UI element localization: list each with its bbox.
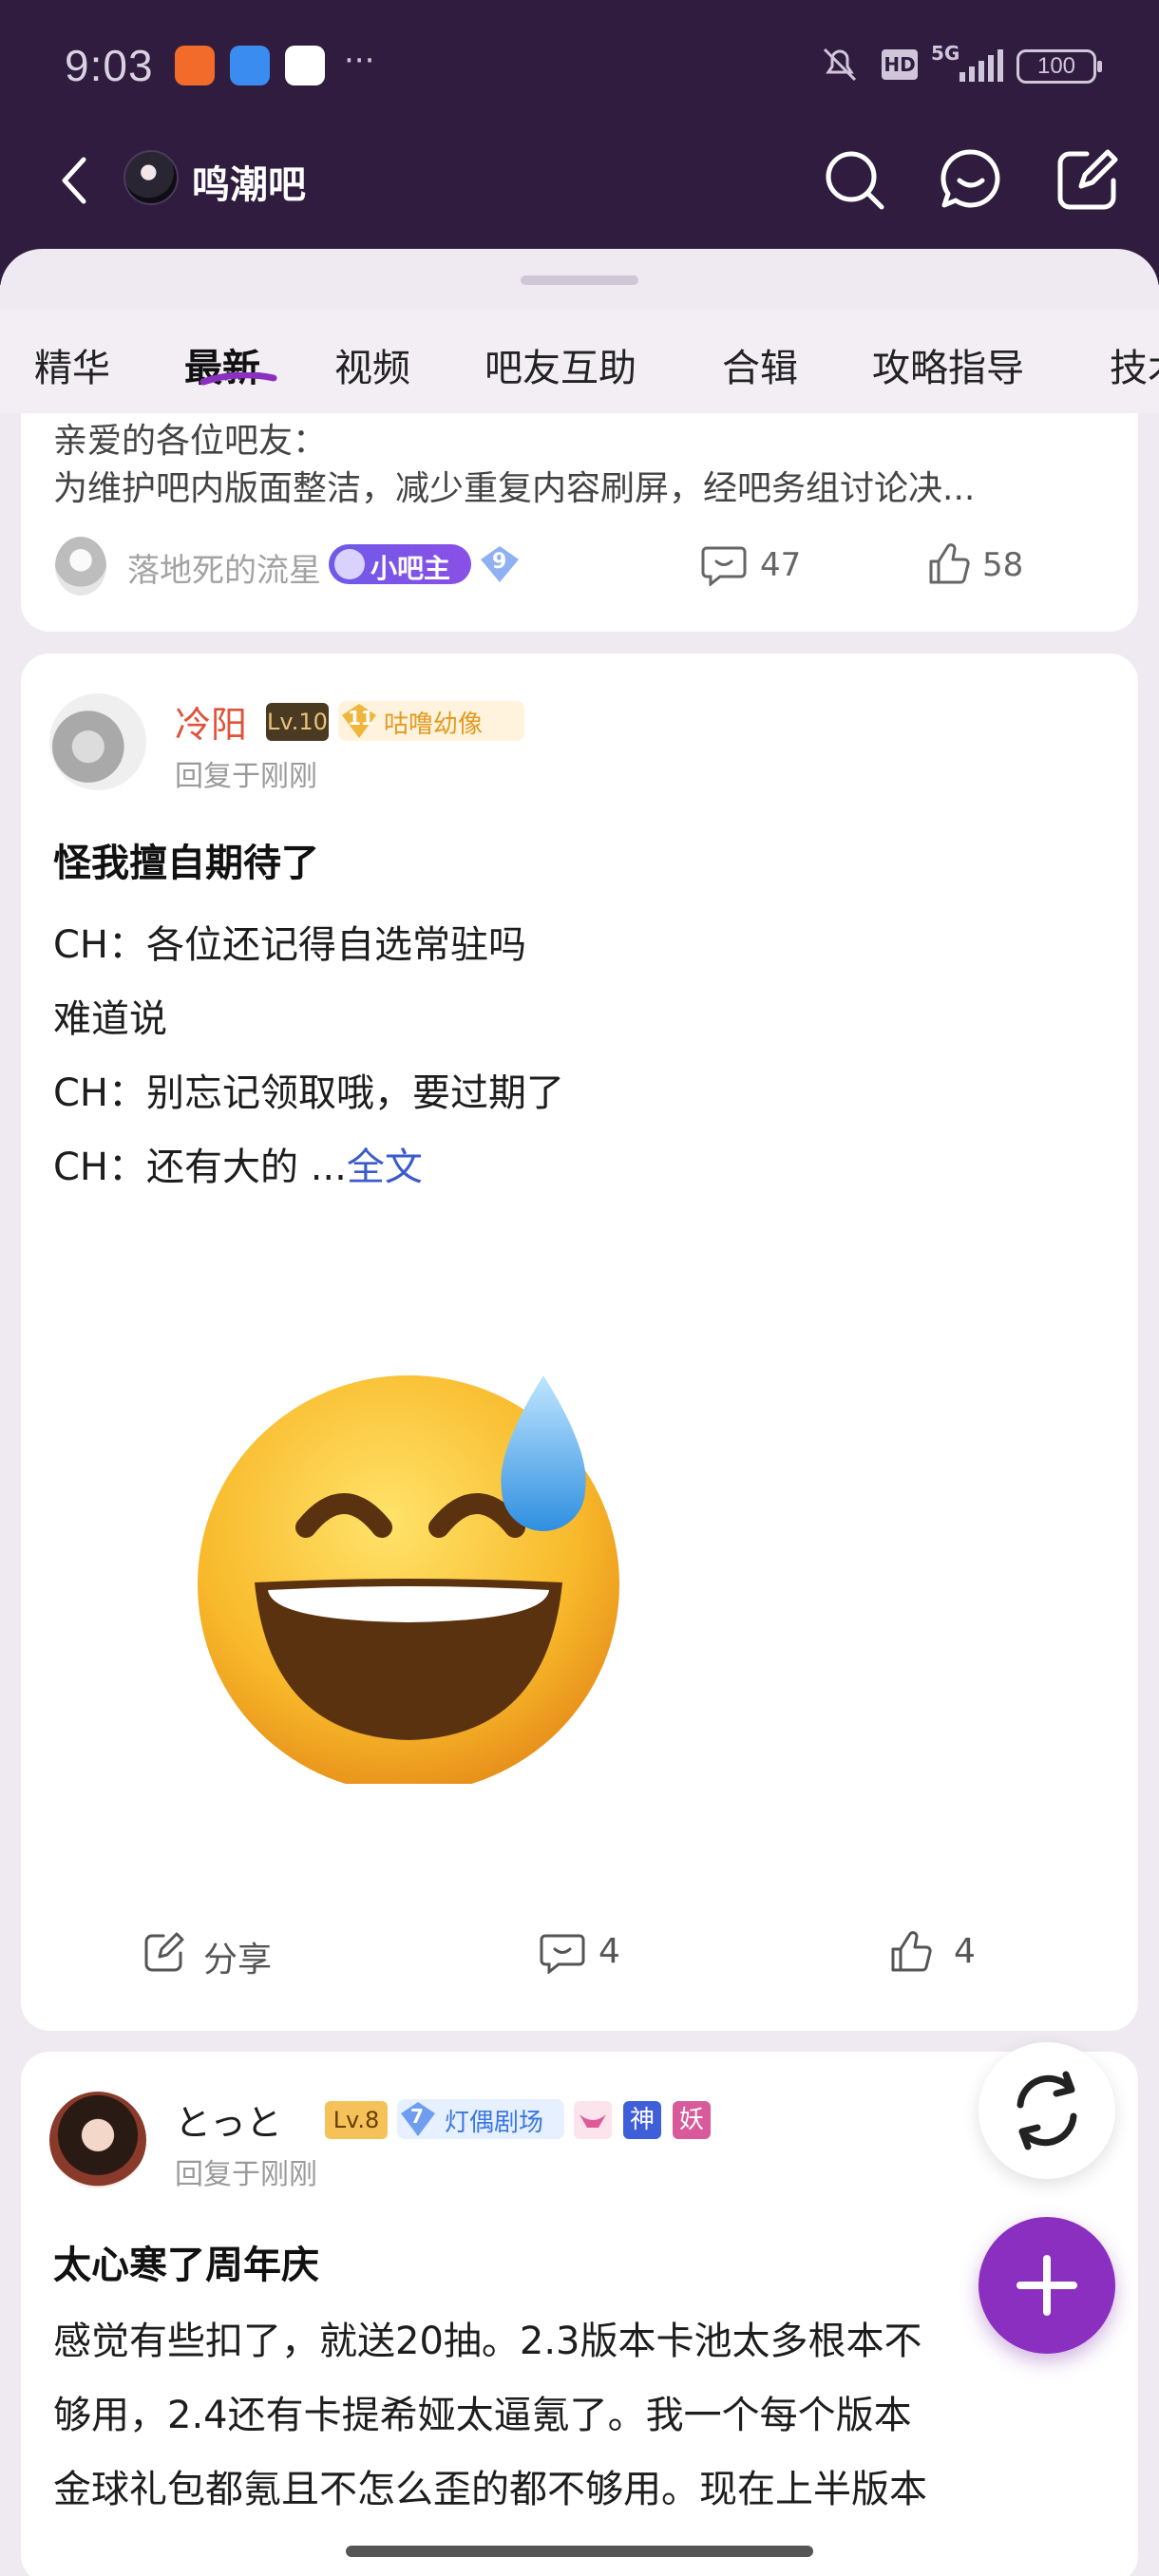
- post-line-text: CH：还有大的 ...: [53, 1146, 347, 1189]
- ribbon-icon: [580, 2114, 606, 2128]
- back-arrow-icon[interactable]: [48, 152, 104, 209]
- author-name[interactable]: 冷阳: [175, 695, 247, 748]
- forum-title[interactable]: 鸣潮吧: [192, 154, 306, 209]
- baidu-app-icon: [285, 46, 325, 85]
- tag-badge: 妖: [673, 2101, 711, 2139]
- forum-avatar[interactable]: [124, 150, 179, 205]
- tab-tech[interactable]: 技术: [1110, 337, 1159, 392]
- post-line: CH：别忘记领取哦，要过期了: [53, 1071, 565, 1115]
- sweat-smile-emoji[interactable]: [163, 1337, 638, 1784]
- sheet-drag-handle[interactable]: [521, 275, 638, 285]
- compose-icon[interactable]: [1049, 142, 1125, 218]
- post-title[interactable]: 太心寒了周年庆: [53, 2234, 319, 2289]
- comment-icon[interactable]: [540, 1932, 585, 1974]
- tab-featured[interactable]: 精华: [34, 337, 110, 392]
- app-header: 9:03 ··· HD 5G 100 鸣潮吧: [0, 0, 1159, 285]
- share-icon[interactable]: [142, 1932, 184, 1974]
- nav-bar: 鸣潮吧: [0, 133, 1159, 228]
- battery-indicator: 100: [1016, 49, 1102, 84]
- mute-icon: [823, 47, 857, 82]
- author-avatar[interactable]: [49, 2092, 146, 2188]
- post-card[interactable]: とっと Lv.8 7 灯偶剧场 神 妖 回复于刚刚 太心寒了周年庆 感觉有些扣了…: [21, 2052, 1138, 2576]
- level-badge: Lv.10: [266, 703, 329, 741]
- refresh-icon: [1016, 2071, 1077, 2150]
- author-avatar[interactable]: [55, 537, 106, 596]
- post-line: 金球礼包都氪且不怎么歪的都不够用。现在上半版本: [53, 2468, 927, 2511]
- level-diamond-badge: 9: [479, 544, 521, 584]
- post-line: 感觉有些扣了，就送20抽。2.3版本卡池太多根本不: [53, 2320, 922, 2363]
- status-time: 9:03: [65, 41, 154, 90]
- home-indicator[interactable]: [346, 2546, 813, 2557]
- tag-badge: 神: [623, 2101, 661, 2139]
- reply-time: 回复于刚刚: [175, 2158, 317, 2191]
- moderator-badge: 小吧主: [329, 544, 471, 584]
- plus-icon: [1016, 2255, 1077, 2316]
- fan-level: 11: [348, 707, 374, 729]
- comment-icon[interactable]: [701, 544, 747, 586]
- network-label: 5G: [931, 42, 960, 65]
- signal-icon: [960, 49, 1003, 82]
- tab-bar: 精华 最新 视频 吧友互助 合辑 攻略指导 技术: [0, 309, 1159, 413]
- fan-title: 灯偶剧场: [445, 2109, 544, 2137]
- level-number: 9: [492, 550, 507, 574]
- fan-badge: 7 灯偶剧场: [397, 2099, 564, 2139]
- shopping-app-icon: [175, 46, 215, 85]
- comment-count: 47: [760, 546, 802, 584]
- post-line: 难道说: [53, 997, 167, 1041]
- like-count: 58: [982, 546, 1024, 584]
- like-count: 4: [954, 1932, 976, 1971]
- reply-time: 回复于刚刚: [175, 760, 317, 793]
- tab-mutual-help[interactable]: 吧友互助: [484, 337, 636, 392]
- post-line: CH：各位还记得自选常驻吗: [53, 923, 527, 967]
- tab-collection[interactable]: 合辑: [722, 337, 798, 392]
- moderator-shield-icon: [334, 549, 365, 579]
- new-post-button[interactable]: [978, 2217, 1115, 2354]
- pinned-post-line1: 亲爱的各位吧友：: [53, 422, 328, 461]
- message-icon[interactable]: [933, 142, 1009, 218]
- like-icon[interactable]: [889, 1930, 933, 1974]
- pinned-post-line2: 为维护吧内版面整洁，减少重复内容刷屏，经吧务组讨论决...: [53, 469, 976, 508]
- like-icon[interactable]: [927, 542, 971, 586]
- refresh-button[interactable]: [978, 2042, 1115, 2179]
- author-name[interactable]: 落地死的流星: [127, 544, 321, 591]
- level-badge: Lv.8: [325, 2101, 388, 2139]
- post-card[interactable]: 冷阳 Lv.10 11 咕噜幼像 回复于刚刚 怪我擅自期待了 CH：各位还记得自…: [21, 653, 1138, 2031]
- post-line: CH：还有大的 ...全文: [53, 1136, 423, 1191]
- post-title[interactable]: 怪我擅自期待了: [53, 832, 319, 887]
- tab-guide[interactable]: 攻略指导: [872, 337, 1024, 392]
- status-bar: 9:03 ··· HD 5G 100: [0, 28, 1159, 104]
- search-icon[interactable]: [817, 142, 893, 218]
- author-name[interactable]: とっと: [175, 2093, 282, 2146]
- tab-video[interactable]: 视频: [334, 337, 410, 392]
- active-tab-indicator: [200, 372, 277, 386]
- pinned-post-card[interactable]: 亲爱的各位吧友： 为维护吧内版面整洁，减少重复内容刷屏，经吧务组讨论决... 落…: [21, 413, 1138, 632]
- comment-count: 4: [598, 1932, 620, 1971]
- fan-badge: 11 咕噜幼像: [338, 701, 524, 741]
- author-avatar[interactable]: [49, 693, 146, 790]
- read-more-link[interactable]: 全文: [347, 1146, 423, 1189]
- moderator-badge-label: 小吧主: [370, 553, 451, 584]
- share-button[interactable]: 分享: [203, 1932, 272, 1981]
- fan-title: 咕噜幼像: [384, 710, 484, 739]
- hd-icon: HD: [882, 49, 918, 80]
- browser-app-icon: [230, 46, 270, 85]
- fan-level: 7: [410, 2105, 424, 2128]
- decoration-badge: [574, 2101, 612, 2139]
- more-notifications: ···: [344, 42, 375, 80]
- post-line: 够用，2.4还有卡提希娅太逼氪了。我一个每个版本: [53, 2394, 912, 2437]
